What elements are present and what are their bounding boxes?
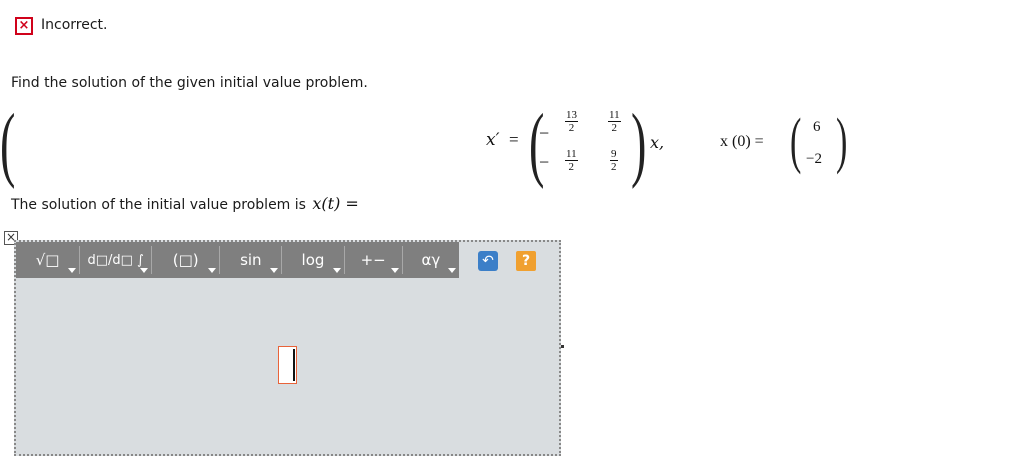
undo-icon: ↶ <box>482 253 494 269</box>
question-text: Find the solution of the given initial v… <box>11 75 368 91</box>
equation-lhs: x′ <box>486 130 500 150</box>
editor-toolbar: √□ d□/d□ ∫ (□) sin log +− αγ <box>16 242 459 278</box>
equation-rhs-var: x, <box>650 133 665 152</box>
operators-label: +− <box>360 251 386 269</box>
parentheses-icon: (□) <box>172 251 199 269</box>
parentheses-button[interactable]: (□) <box>152 246 221 274</box>
undo-button[interactable]: ↶ <box>478 251 498 271</box>
trig-button[interactable]: sin <box>220 246 283 274</box>
log-label: log <box>301 251 325 269</box>
radical-button[interactable]: √□ <box>16 246 81 274</box>
matrix-left-paren: ( <box>529 97 545 190</box>
vector-right-paren: ) <box>836 107 848 175</box>
initial-condition-lhs: x (0) = <box>720 133 764 150</box>
resize-handle[interactable] <box>561 345 564 348</box>
matrix-left-paren: ( <box>0 97 16 190</box>
radical-icon: √□ <box>35 251 60 269</box>
editor-toolbar-aux <box>459 242 559 278</box>
status-text: Incorrect. <box>41 17 108 33</box>
trig-label: sin <box>240 251 262 269</box>
derivative-icon: d□/d□ ∫ <box>87 252 144 268</box>
greek-button[interactable]: αγ <box>403 246 459 274</box>
matrix-entry-22: 92 <box>610 148 618 173</box>
greek-label: αγ <box>421 251 441 269</box>
help-button[interactable]: ? <box>516 251 536 271</box>
equation-equals: = <box>509 130 519 149</box>
answer-expr: x(t) = <box>312 194 359 213</box>
answer-label: The solution of the initial value proble… <box>11 194 359 213</box>
operators-button[interactable]: +− <box>345 246 403 274</box>
log-button[interactable]: log <box>282 246 345 274</box>
matrix-entry-21: 11 2 <box>565 148 578 173</box>
matrix-entry-12: 11 2 <box>608 109 621 134</box>
vector-entry-1: 6 <box>813 119 821 135</box>
vector-entry-2: −2 <box>806 151 822 167</box>
derivative-button[interactable]: d□/d□ ∫ <box>80 246 153 274</box>
incorrect-icon: × <box>15 17 33 35</box>
help-icon: ? <box>521 253 531 269</box>
matrix-entry-11: 13 2 <box>565 109 578 134</box>
text-cursor <box>293 349 295 381</box>
vector-left-paren: ( <box>790 107 802 175</box>
matrix-right-paren: ) <box>631 97 647 190</box>
